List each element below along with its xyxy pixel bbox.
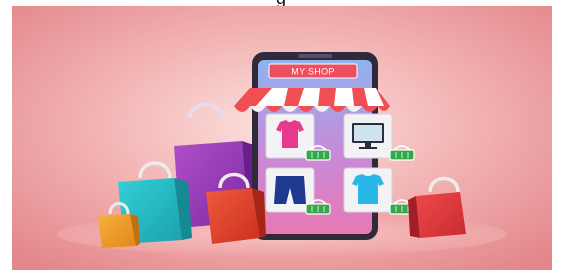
shop-sign[interactable]: MY SHOP (268, 63, 358, 79)
shopping-illustration: MY SHOP (12, 6, 552, 270)
shop-title: MY SHOP (291, 67, 334, 77)
phone-speaker (298, 54, 332, 58)
shop-awning (234, 88, 390, 112)
illustration-scene: MY SHOP (12, 6, 552, 270)
